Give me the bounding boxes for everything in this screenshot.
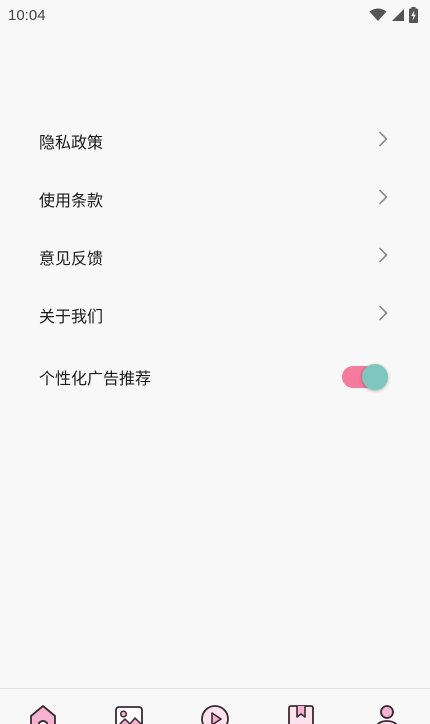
menu-item-about-us[interactable]: 关于我们 <box>0 286 430 344</box>
bookmark-book-icon <box>286 704 316 724</box>
status-bar: 10:04 <box>0 0 430 30</box>
tab-profile[interactable] <box>367 689 407 724</box>
image-gallery-icon <box>114 704 144 724</box>
tab-video[interactable] <box>195 689 235 724</box>
chevron-right-icon <box>378 247 388 267</box>
tab-bookmarks[interactable] <box>281 689 321 724</box>
menu-item-label: 个性化广告推荐 <box>39 369 152 388</box>
cellular-signal-icon <box>391 8 405 22</box>
chevron-right-icon <box>378 305 388 325</box>
menu-item-label: 关于我们 <box>39 307 104 326</box>
menu-item-personalized-ads: 个性化广告推荐 <box>0 348 430 406</box>
chevron-right-icon <box>378 131 388 151</box>
menu-item-privacy-policy[interactable]: 隐私政策 <box>0 112 430 170</box>
profile-icon <box>372 704 402 724</box>
bottom-tab-bar <box>0 688 430 724</box>
personalized-ads-toggle[interactable] <box>342 364 388 390</box>
play-video-icon <box>200 704 230 724</box>
battery-charging-icon <box>409 7 418 23</box>
wifi-icon <box>369 8 387 22</box>
toggle-knob <box>362 364 388 390</box>
menu-item-terms-of-use[interactable]: 使用条款 <box>0 170 430 228</box>
tab-home[interactable] <box>23 689 63 724</box>
menu-item-label: 隐私政策 <box>39 133 104 152</box>
menu-item-label: 使用条款 <box>39 191 104 210</box>
menu-item-label: 意见反馈 <box>39 249 104 268</box>
status-icons <box>369 7 418 23</box>
status-time: 10:04 <box>8 6 46 24</box>
chevron-right-icon <box>378 189 388 209</box>
tab-gallery[interactable] <box>109 689 149 724</box>
home-icon <box>28 704 58 724</box>
settings-menu: 隐私政策 使用条款 意见反馈 关于我们 个性化广告推荐 <box>0 112 430 406</box>
menu-item-feedback[interactable]: 意见反馈 <box>0 228 430 286</box>
